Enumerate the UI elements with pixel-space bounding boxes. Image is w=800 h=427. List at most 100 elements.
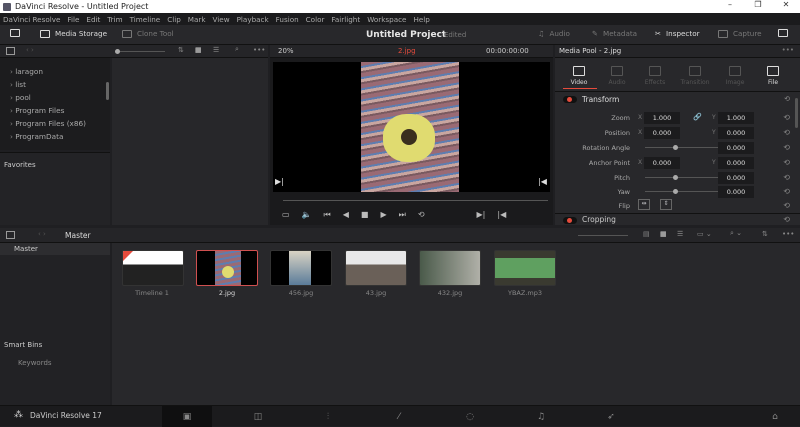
viewer-scrubber[interactable] [283, 200, 548, 201]
clip-thumbnail[interactable] [345, 250, 407, 286]
clip-thumbnail[interactable] [419, 250, 481, 286]
volume-icon[interactable]: 🔈 [302, 210, 312, 220]
storage-browser[interactable] [112, 58, 268, 225]
section-transform[interactable]: Transform [582, 95, 619, 104]
page-color-icon[interactable]: ◌ [445, 406, 495, 427]
metadata-button[interactable]: ✎ Metadata [592, 29, 637, 38]
tab-file[interactable]: File [753, 66, 793, 86]
viewer-mode-icon[interactable]: ▭ [282, 210, 290, 220]
tab-effects[interactable]: Effects [635, 66, 675, 86]
keywords-bin[interactable]: Keywords [18, 359, 52, 367]
menu-color[interactable]: Color [306, 15, 325, 24]
folder-item[interactable]: ProgramData [10, 132, 63, 141]
prev-frame-icon[interactable]: |◀ [497, 210, 506, 220]
tab-image[interactable]: Image [715, 66, 755, 86]
position-y-field[interactable]: 0.000 [718, 127, 754, 139]
folder-item[interactable]: Program Files [10, 106, 64, 115]
grid-view-icon[interactable]: ▦ [195, 46, 202, 54]
mark-in-icon[interactable]: ▶| [275, 177, 284, 186]
reset-icon[interactable]: ⟲ [783, 143, 790, 152]
reset-icon[interactable]: ⟲ [783, 173, 790, 182]
bin-master[interactable]: Master [0, 243, 110, 255]
menu-view[interactable]: View [213, 15, 230, 24]
flip-vertical-icon[interactable]: ⇕ [660, 199, 672, 210]
menu-playback[interactable]: Playback [237, 15, 269, 24]
clip-size-slider[interactable] [578, 235, 628, 236]
more-options-icon[interactable]: ••• [782, 230, 794, 238]
reset-icon[interactable]: ⟲ [783, 201, 790, 210]
anchor-y-field[interactable]: 0.000 [718, 157, 754, 169]
zoom-x-field[interactable]: 1.000 [644, 112, 680, 124]
inspector-button[interactable]: ✂ Inspector [655, 29, 700, 38]
play-reverse-icon[interactable]: ◀ [343, 210, 349, 220]
position-x-field[interactable]: 0.000 [644, 127, 680, 139]
list-view-icon[interactable]: ☰ [677, 230, 683, 238]
page-fairlight-icon[interactable]: ♫ [516, 406, 566, 427]
capture-button[interactable]: Capture [718, 29, 762, 38]
menu-mark[interactable]: Mark [188, 15, 206, 24]
menu-help[interactable]: Help [413, 15, 429, 24]
menu-file[interactable]: File [67, 15, 79, 24]
tab-video[interactable]: Video [559, 66, 599, 89]
jump-start-icon[interactable]: ⏮ [324, 210, 331, 220]
menu-timeline[interactable]: Timeline [130, 15, 161, 24]
metadata-view-icon[interactable]: ▤ [643, 230, 650, 238]
inspector-scrollbar[interactable] [795, 98, 798, 128]
clip-thumbnail-selected[interactable] [196, 250, 258, 286]
yaw-field[interactable]: 0.000 [718, 186, 754, 198]
viewer-dropdown-icon[interactable]: ▭ ⌄ [697, 230, 712, 238]
play-icon[interactable]: ▶ [380, 210, 386, 220]
viewer-clip-dropdown[interactable]: 2.jpg [398, 47, 416, 55]
close-button[interactable]: ✕ [772, 0, 800, 9]
pitch-field[interactable]: 0.000 [718, 172, 754, 184]
page-deliver-icon[interactable]: ➶ [586, 406, 636, 427]
sort-icon[interactable]: ⇅ [178, 46, 184, 54]
menu-workspace[interactable]: Workspace [367, 15, 406, 24]
nav-back-forward[interactable]: ‹ › [38, 230, 46, 238]
tree-scrollbar[interactable] [106, 82, 109, 100]
next-frame-icon[interactable]: ▶| [477, 210, 486, 220]
menu-fusion[interactable]: Fusion [276, 15, 299, 24]
rotation-field[interactable]: 0.000 [718, 142, 754, 154]
home-icon[interactable]: ⌂ [750, 406, 800, 427]
audio-button[interactable]: ♫ Audio [538, 29, 570, 38]
loop-icon[interactable]: ⟲ [418, 210, 425, 220]
page-media-icon[interactable]: ▣ [162, 406, 212, 427]
flip-horizontal-icon[interactable]: ⇹ [638, 199, 650, 210]
bin-list-toggle-icon[interactable] [6, 231, 15, 239]
more-options-icon[interactable]: ••• [782, 46, 794, 54]
mark-out-icon[interactable]: |◀ [538, 177, 547, 186]
reset-icon[interactable]: ⟲ [783, 128, 790, 137]
grid-view-icon[interactable]: ▦ [660, 230, 667, 238]
zoom-y-field[interactable]: 1.000 [718, 112, 754, 124]
menu-clip[interactable]: Clip [167, 15, 181, 24]
workspace-menu-button[interactable] [778, 29, 788, 37]
nav-back-forward[interactable]: ‹ › [26, 46, 34, 54]
stop-icon[interactable]: ■ [361, 210, 369, 220]
clip-thumbnail[interactable] [270, 250, 332, 286]
page-fusion-icon[interactable]: ⁄ [374, 406, 424, 427]
clip-thumbnail[interactable] [122, 250, 184, 286]
search-icon[interactable]: ⌕ ⌄ [730, 229, 742, 238]
page-cut-icon[interactable]: ◫ [233, 406, 283, 427]
section-cropping[interactable]: Cropping [582, 215, 616, 225]
more-options-icon[interactable]: ••• [253, 46, 265, 54]
menu-davinci[interactable]: DaVinci Resolve [3, 15, 60, 24]
reset-icon[interactable]: ⟲ [783, 158, 790, 167]
folder-item[interactable]: pool [10, 93, 31, 102]
link-icon[interactable]: 🔗 [693, 113, 702, 121]
folder-item[interactable]: laragon [10, 67, 43, 76]
reset-icon[interactable]: ⟲ [783, 215, 790, 224]
menu-trim[interactable]: Trim [107, 15, 122, 24]
thumbnail-size-slider[interactable] [115, 49, 165, 54]
media-storage-button[interactable]: Media Storage [40, 29, 107, 38]
anchor-x-field[interactable]: 0.000 [644, 157, 680, 169]
workspace-toggle-button[interactable] [10, 29, 20, 37]
page-edit-icon[interactable]: ⫶ [303, 406, 353, 427]
audio-clip-thumbnail[interactable] [494, 250, 556, 286]
transform-toggle[interactable] [563, 96, 577, 103]
reset-icon[interactable]: ⟲ [784, 95, 790, 103]
clone-tool-button[interactable]: Clone Tool [122, 29, 174, 38]
menu-fairlight[interactable]: Fairlight [331, 15, 360, 24]
tab-audio[interactable]: Audio [597, 66, 637, 86]
